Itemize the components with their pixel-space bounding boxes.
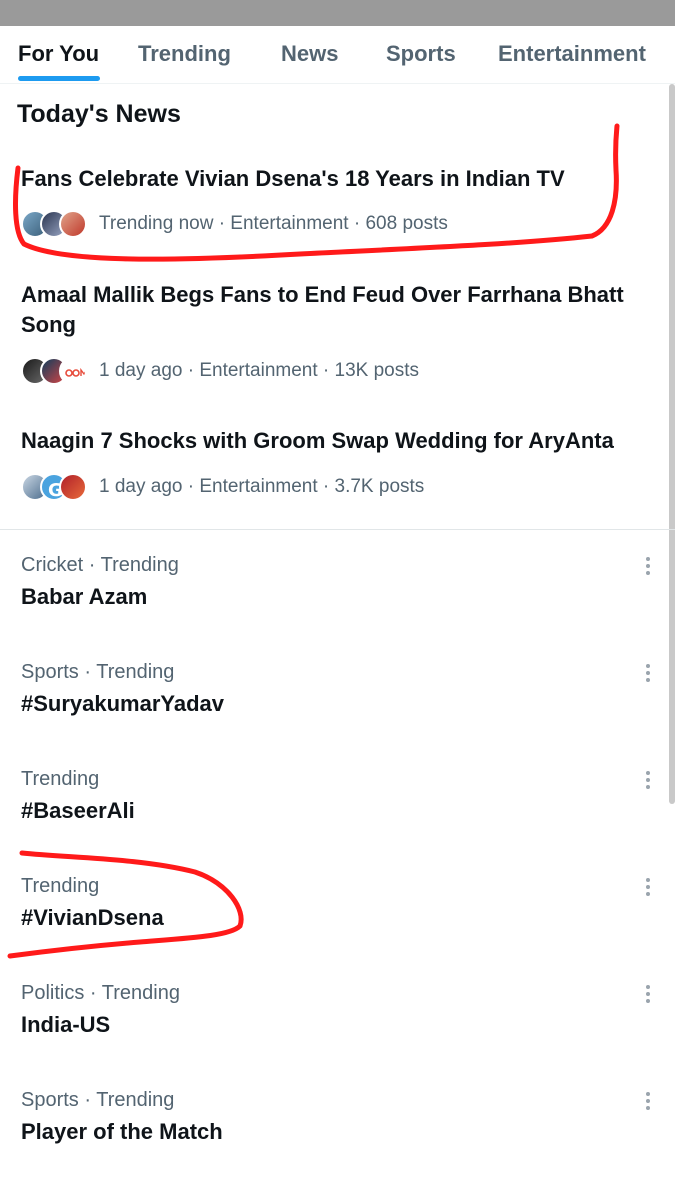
news-item[interactable]: Amaal Mallik Begs Fans to End Feud Over … — [0, 276, 665, 396]
tab-entertainment[interactable]: Entertainment — [498, 26, 646, 84]
news-headline: Fans Celebrate Vivian Dsena's 18 Years i… — [21, 166, 565, 191]
trend-context: Cricket · Trending — [21, 554, 179, 576]
trend-name: #VivianDsena — [21, 905, 164, 930]
trend-item[interactable]: Politics · Trending India-US — [0, 982, 665, 1087]
more-options-icon[interactable] — [641, 661, 655, 685]
trend-name: Player of the Match — [21, 1119, 223, 1144]
trend-item[interactable]: Trending #BaseerAli — [0, 768, 665, 873]
trend-name: #SuryakumarYadav — [21, 691, 225, 716]
news-meta-text: Trending now · Entertainment · 608 posts — [99, 213, 448, 234]
news-headline: Amaal Mallik Begs Fans to End Feud Over … — [21, 282, 624, 337]
tab-sports[interactable]: Sports — [386, 26, 456, 84]
trend-name: #BaseerAli — [21, 798, 135, 823]
section-title: Today's News — [17, 100, 181, 128]
trend-context: Sports · Trending — [21, 1089, 175, 1111]
tab-bar: For You Trending News Sports Entertainme… — [0, 26, 675, 84]
avatar — [59, 357, 87, 385]
trend-name: Babar Azam — [21, 584, 148, 609]
news-meta: G 1 day ago · Entertainment · 3.7K posts — [21, 472, 424, 502]
more-options-icon[interactable] — [641, 875, 655, 899]
trend-item[interactable]: Trending #VivianDsena — [0, 875, 665, 980]
trend-item[interactable]: Sports · Trending #SuryakumarYadav — [0, 661, 665, 766]
news-item[interactable]: Naagin 7 Shocks with Groom Swap Wedding … — [0, 422, 665, 512]
news-headline: Naagin 7 Shocks with Groom Swap Wedding … — [21, 428, 614, 453]
more-options-icon[interactable] — [641, 768, 655, 792]
tab-trending[interactable]: Trending — [138, 26, 231, 84]
logo-icon — [65, 367, 85, 377]
avatar — [59, 473, 87, 501]
tab-news[interactable]: News — [281, 26, 338, 84]
trend-context: Trending — [21, 768, 100, 790]
section-divider — [0, 529, 675, 530]
news-item[interactable]: Fans Celebrate Vivian Dsena's 18 Years i… — [0, 160, 665, 250]
trend-context: Politics · Trending — [21, 982, 180, 1004]
trend-context: Sports · Trending — [21, 661, 175, 683]
active-tab-indicator — [18, 76, 100, 81]
trend-item[interactable]: Sports · Trending Player of the Match — [0, 1089, 665, 1194]
avatar — [59, 210, 87, 238]
more-options-icon[interactable] — [641, 982, 655, 1006]
avatar-group — [21, 210, 87, 238]
more-options-icon[interactable] — [641, 554, 655, 578]
news-meta-text: 1 day ago · Entertainment · 3.7K posts — [99, 476, 425, 497]
trend-context: Trending — [21, 875, 100, 897]
scrollbar[interactable] — [669, 84, 675, 804]
avatar-group: G — [21, 473, 87, 501]
trend-item[interactable]: Cricket · Trending Babar Azam — [0, 554, 665, 659]
news-meta: 1 day ago · Entertainment · 13K posts — [21, 356, 419, 386]
avatar-group — [21, 357, 87, 385]
trend-name: India-US — [21, 1012, 111, 1037]
status-bar — [0, 0, 675, 26]
news-meta-text: 1 day ago · Entertainment · 13K posts — [99, 360, 420, 381]
more-options-icon[interactable] — [641, 1089, 655, 1113]
news-meta: Trending now · Entertainment · 608 posts — [21, 209, 448, 239]
